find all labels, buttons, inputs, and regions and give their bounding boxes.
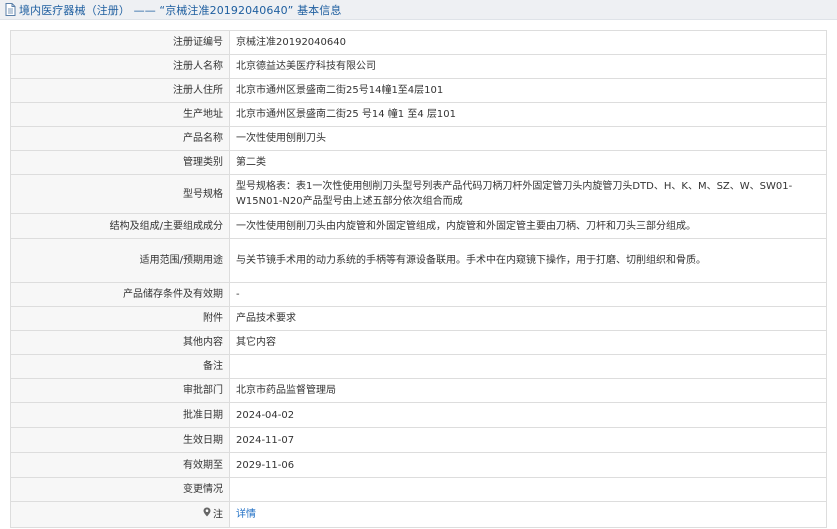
row-value-management-class: 第二类	[229, 150, 827, 175]
row-value-storage: -	[229, 282, 827, 307]
details-link[interactable]: 详情	[236, 509, 256, 520]
row-label-production-address: 生产地址	[10, 102, 230, 127]
table-row: 产品名称 一次性使用刨削刀头	[10, 126, 827, 151]
document-icon	[4, 3, 16, 17]
location-pin-icon	[203, 507, 211, 522]
row-label-valid-until: 有效期至	[10, 452, 230, 478]
row-label-registrant-name: 注册人名称	[10, 54, 230, 79]
row-value-attachment: 产品技术要求	[229, 306, 827, 331]
row-value-registration-no: 京械注准20192040640	[229, 30, 827, 55]
row-label-approval-date: 批准日期	[10, 402, 230, 428]
row-label-note: 注	[10, 501, 230, 528]
row-value-valid-until: 2029-11-06	[229, 452, 827, 478]
row-value-other: 其它内容	[229, 330, 827, 355]
table-row: 注册证编号 京械注准20192040640	[10, 30, 827, 55]
table-row: 附件 产品技术要求	[10, 306, 827, 331]
row-label-attachment: 附件	[10, 306, 230, 331]
row-value-model-spec: 型号规格表：表1一次性使用刨削刀头型号列表产品代码刀柄刀杆外固定管刀头内旋管刀头…	[229, 174, 827, 214]
row-value-approval-dept: 北京市药品监督管理局	[229, 378, 827, 403]
table-row: 结构及组成/主要组成成分 一次性使用刨削刀头由内旋管和外固定管组成，内旋管和外固…	[10, 213, 827, 239]
table-row: 有效期至 2029-11-06	[10, 452, 827, 478]
row-label-registrant-address: 注册人住所	[10, 78, 230, 103]
table-row: 生产地址 北京市通州区景盛南二街25 号14 幢1 至4 层101	[10, 102, 827, 127]
row-label-management-class: 管理类别	[10, 150, 230, 175]
row-value-intended-use: 与关节镜手术用的动力系统的手柄等有源设备联用。手术中在内窥镜下操作，用于打磨、切…	[229, 238, 827, 283]
table-row: 产品储存条件及有效期 -	[10, 282, 827, 307]
table-row: 注册人名称 北京德益达美医疗科技有限公司	[10, 54, 827, 79]
table-row: 注 详情	[10, 501, 827, 528]
table-row: 生效日期 2024-11-07	[10, 427, 827, 453]
page-title: 境内医疗器械（注册） —— “京械注准20192040640” 基本信息	[19, 3, 342, 17]
row-value-changes	[229, 477, 827, 502]
row-label-changes: 变更情况	[10, 477, 230, 502]
row-value-effective-date: 2024-11-07	[229, 427, 827, 453]
row-label-intended-use: 适用范围/预期用途	[10, 238, 230, 283]
row-label-product-name: 产品名称	[10, 126, 230, 151]
table-row: 注册人住所 北京市通州区景盛南二街25号14幢1至4层101	[10, 78, 827, 103]
row-value-registrant-name: 北京德益达美医疗科技有限公司	[229, 54, 827, 79]
row-value-remarks	[229, 354, 827, 379]
row-label-structure: 结构及组成/主要组成成分	[10, 213, 230, 239]
row-value-product-name: 一次性使用刨削刀头	[229, 126, 827, 151]
row-label-remarks: 备注	[10, 354, 230, 379]
note-label: 注	[213, 509, 223, 521]
row-value-production-address: 北京市通州区景盛南二街25 号14 幢1 至4 层101	[229, 102, 827, 127]
row-label-model-spec: 型号规格	[10, 174, 230, 214]
row-label-other: 其他内容	[10, 330, 230, 355]
row-value-approval-date: 2024-04-02	[229, 402, 827, 428]
row-label-effective-date: 生效日期	[10, 427, 230, 453]
table-row: 其他内容 其它内容	[10, 330, 827, 355]
table-row: 批准日期 2024-04-02	[10, 402, 827, 428]
row-value-registrant-address: 北京市通州区景盛南二街25号14幢1至4层101	[229, 78, 827, 103]
row-label-storage: 产品储存条件及有效期	[10, 282, 230, 307]
page-header: 境内医疗器械（注册） —— “京械注准20192040640” 基本信息	[0, 0, 837, 20]
table-row: 型号规格 型号规格表：表1一次性使用刨削刀头型号列表产品代码刀柄刀杆外固定管刀头…	[10, 174, 827, 214]
table-row: 管理类别 第二类	[10, 150, 827, 175]
table-row: 变更情况	[10, 477, 827, 502]
row-value-structure: 一次性使用刨削刀头由内旋管和外固定管组成，内旋管和外固定管主要由刀柄、刀杆和刀头…	[229, 213, 827, 239]
row-value-note: 详情	[229, 501, 827, 528]
table-row: 审批部门 北京市药品监督管理局	[10, 378, 827, 403]
table-row: 备注	[10, 354, 827, 379]
row-label-registration-no: 注册证编号	[10, 30, 230, 55]
row-label-approval-dept: 审批部门	[10, 378, 230, 403]
info-table: 注册证编号 京械注准20192040640 注册人名称 北京德益达美医疗科技有限…	[10, 30, 827, 528]
table-row: 适用范围/预期用途 与关节镜手术用的动力系统的手柄等有源设备联用。手术中在内窥镜…	[10, 238, 827, 283]
